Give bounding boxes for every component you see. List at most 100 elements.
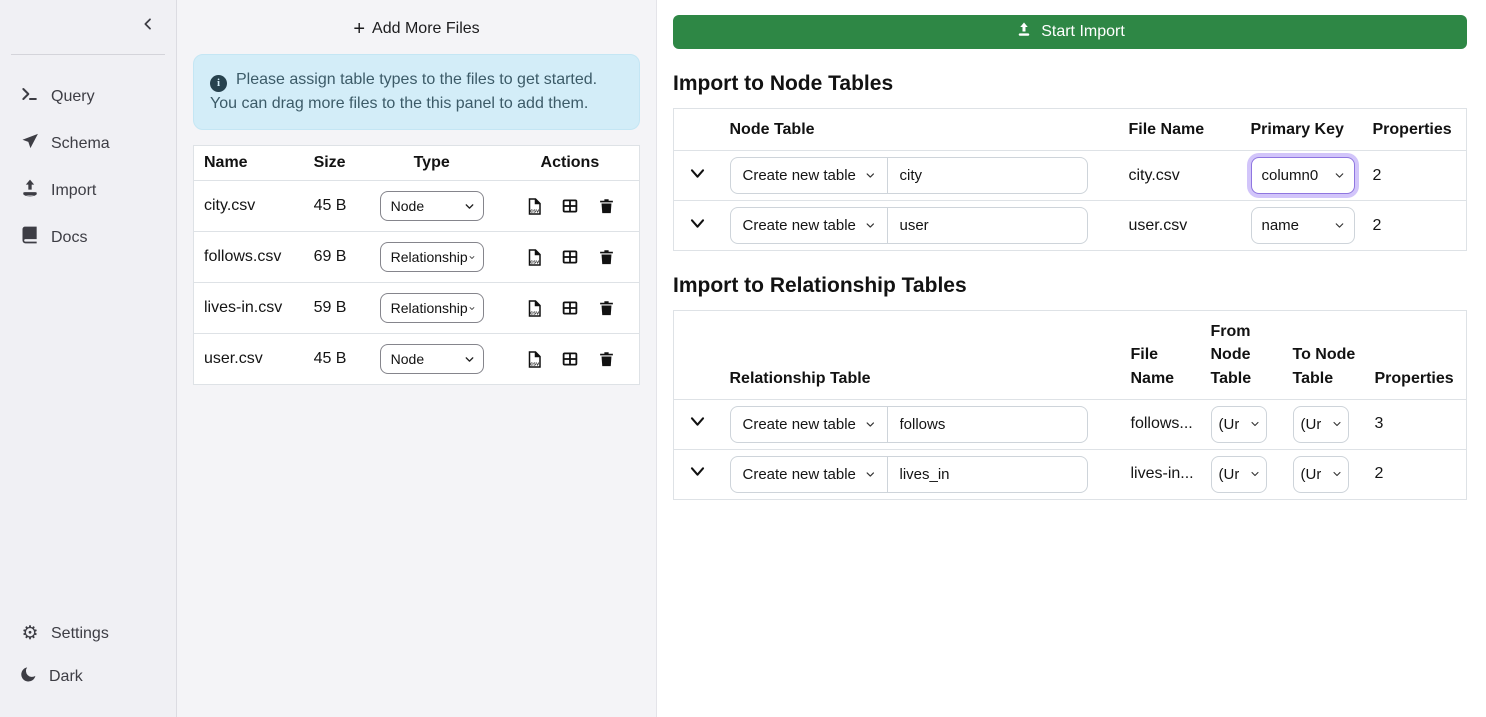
sidebar-item-label: Schema — [51, 135, 110, 153]
sidebar-item-query[interactable]: Query — [0, 73, 176, 120]
collapse-sidebar-button[interactable] — [136, 14, 160, 38]
relationship-tables-heading: Import to Relationship Tables — [673, 274, 1467, 298]
view-csv-button[interactable]: csv — [525, 350, 543, 369]
file-type-select[interactable]: Node — [380, 344, 484, 374]
source-file-name: follows... — [1123, 399, 1203, 449]
start-import-button[interactable]: Start Import — [673, 15, 1467, 49]
view-csv-button[interactable]: csv — [525, 197, 543, 216]
column-header-size: Size — [304, 146, 363, 181]
info-alert: iPlease assign table types to the files … — [193, 54, 640, 130]
chevron-down-icon — [864, 418, 877, 431]
table-row: Create new table city.csv column0 2 — [674, 151, 1467, 201]
sidebar-item-docs[interactable]: Docs — [0, 214, 176, 261]
table-mode-select[interactable]: Create new table — [730, 406, 888, 443]
book-icon — [20, 225, 40, 250]
relationship-import-table: Relationship Table File Name From Node T… — [673, 310, 1467, 500]
file-size: 45 B — [304, 334, 363, 385]
column-header-primary-key: Primary Key — [1243, 109, 1365, 151]
column-header-relationship-table: Relationship Table — [722, 311, 1123, 400]
view-csv-button[interactable]: csv — [525, 248, 543, 267]
column-header-from-node-table: From Node Table — [1203, 311, 1285, 400]
sidebar-item-settings[interactable]: ⚙ Settings — [0, 613, 176, 654]
table-preview-button[interactable] — [561, 350, 579, 368]
column-header-file-name: File Name — [1123, 311, 1203, 400]
source-file-name: city.csv — [1121, 151, 1243, 201]
table-row: city.csv 45 B Node csv — [194, 181, 640, 232]
sidebar-item-label: Query — [51, 88, 95, 106]
properties-count: 2 — [1367, 449, 1467, 499]
properties-count: 2 — [1365, 201, 1467, 251]
sidebar-item-import[interactable]: Import — [0, 167, 176, 214]
table-preview-button[interactable] — [561, 197, 579, 215]
expand-row-button[interactable] — [688, 214, 707, 233]
column-header-properties: Properties — [1365, 109, 1467, 151]
upload-icon — [1015, 21, 1033, 44]
add-more-files-button[interactable]: + Add More Files — [193, 16, 640, 54]
source-file-name: user.csv — [1121, 201, 1243, 251]
table-name-input[interactable] — [888, 157, 1088, 194]
to-node-table-select[interactable]: (Ur — [1293, 406, 1349, 443]
alert-text: Please assign table types to the files t… — [210, 71, 597, 112]
table-name-input[interactable] — [888, 207, 1088, 244]
expand-row-button[interactable] — [688, 164, 707, 183]
chevron-down-icon — [864, 219, 877, 232]
node-tables-heading: Import to Node Tables — [673, 72, 1467, 96]
view-csv-button[interactable]: csv — [525, 299, 543, 318]
svg-text:csv: csv — [530, 310, 539, 316]
table-mode-select[interactable]: Create new table — [730, 207, 888, 244]
sidebar-item-label: Dark — [49, 668, 83, 686]
file-type-select[interactable]: Relationship — [380, 242, 484, 272]
expand-row-button[interactable] — [688, 412, 707, 431]
table-row: Create new table follows... (Ur (Ur 3 — [674, 399, 1467, 449]
chevron-down-icon — [468, 251, 476, 264]
sidebar-divider — [11, 54, 165, 55]
file-size: 45 B — [304, 181, 363, 232]
file-type-select[interactable]: Node — [380, 191, 484, 221]
file-name: city.csv — [194, 181, 304, 232]
terminal-icon — [20, 84, 40, 109]
chevron-down-icon — [1249, 468, 1261, 480]
table-name-input[interactable] — [888, 456, 1088, 493]
table-mode-select[interactable]: Create new table — [730, 456, 888, 493]
source-file-name: lives-in... — [1123, 449, 1203, 499]
moon-icon — [20, 665, 38, 688]
expand-row-button[interactable] — [688, 462, 707, 481]
svg-text:csv: csv — [530, 259, 539, 265]
info-icon: i — [210, 75, 227, 92]
properties-count: 2 — [1365, 151, 1467, 201]
file-type-select[interactable]: Relationship — [380, 293, 484, 323]
table-preview-button[interactable] — [561, 299, 579, 317]
sidebar: Query Schema Import Docs ⚙ Settings — [0, 0, 177, 717]
trash-icon[interactable] — [598, 299, 615, 317]
primary-key-select[interactable]: column0 — [1251, 157, 1355, 194]
plus-icon: + — [353, 19, 365, 39]
sidebar-item-label: Settings — [51, 625, 109, 643]
file-table: Name Size Type Actions city.csv 45 B Nod… — [193, 145, 640, 385]
sidebar-item-schema[interactable]: Schema — [0, 120, 176, 167]
node-import-table: Node Table File Name Primary Key Propert… — [673, 108, 1467, 251]
trash-icon[interactable] — [598, 248, 615, 266]
table-row: follows.csv 69 B Relationship csv — [194, 232, 640, 283]
send-icon — [20, 131, 40, 156]
properties-count: 3 — [1367, 399, 1467, 449]
table-name-input[interactable] — [888, 406, 1088, 443]
primary-key-select[interactable]: name — [1251, 207, 1355, 244]
table-row: lives-in.csv 59 B Relationship csv — [194, 283, 640, 334]
column-header-type: Type — [363, 146, 501, 181]
file-panel: + Add More Files iPlease assign table ty… — [177, 0, 657, 717]
from-node-table-select[interactable]: (Ur — [1211, 406, 1267, 443]
table-preview-button[interactable] — [561, 248, 579, 266]
sidebar-item-dark-mode[interactable]: Dark — [0, 654, 176, 699]
from-node-table-select[interactable]: (Ur — [1211, 456, 1267, 493]
sidebar-item-label: Docs — [51, 229, 87, 247]
file-size: 59 B — [304, 283, 363, 334]
trash-icon[interactable] — [598, 350, 615, 368]
table-mode-select[interactable]: Create new table — [730, 157, 888, 194]
chevron-down-icon — [864, 169, 877, 182]
column-header-file-name: File Name — [1121, 109, 1243, 151]
column-header-actions: Actions — [501, 146, 640, 181]
trash-icon[interactable] — [598, 197, 615, 215]
to-node-table-select[interactable]: (Ur — [1293, 456, 1349, 493]
svg-text:csv: csv — [530, 208, 539, 214]
chevron-down-icon — [1331, 468, 1343, 480]
